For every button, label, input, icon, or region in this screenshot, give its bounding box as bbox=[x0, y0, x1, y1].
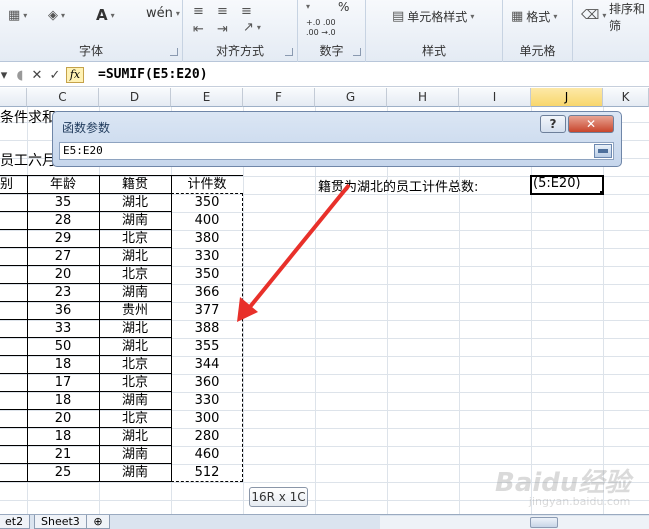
align-right-button[interactable]: ≡ bbox=[241, 4, 252, 19]
ribbon-group-alignment: ≡ ≡ ≡ ⇤ ⇥ ↗ ▾ 对齐方式 bbox=[183, 0, 298, 62]
align-left-icon: ≡ bbox=[193, 4, 204, 19]
increase-indent-icon: ⇥ bbox=[217, 22, 228, 37]
red-arrow-annotation bbox=[237, 183, 351, 322]
accounting-button[interactable]: ▾ bbox=[306, 2, 310, 11]
alignment-launcher-icon[interactable] bbox=[285, 48, 293, 56]
group-label-cells: 单元格 bbox=[519, 44, 556, 58]
watermark-brand: Baidu经验 bbox=[495, 468, 631, 498]
column-header-d[interactable]: D bbox=[99, 88, 171, 107]
sheet-tab-bar: et2 Sheet3 ⊕ bbox=[0, 514, 649, 529]
increase-decimal-button[interactable]: +.0 .00 bbox=[306, 18, 336, 27]
sheet-tab-2[interactable]: et2 bbox=[0, 515, 31, 529]
close-button[interactable]: ✕ bbox=[568, 115, 614, 133]
ribbon-group-number: ▾ % +.0 .00 .00 →.0 数字 bbox=[298, 0, 366, 62]
font-launcher-icon[interactable] bbox=[170, 48, 178, 56]
group-label-styles: 样式 bbox=[421, 44, 446, 58]
horizontal-scrollbar[interactable] bbox=[380, 516, 649, 529]
formula-input[interactable]: =SUMIF(E5:E20) bbox=[98, 67, 208, 82]
range-input-value: E5:E20 bbox=[63, 144, 103, 157]
paint-bucket-icon: ◈ bbox=[48, 8, 58, 23]
watermark: Baidu经验 jingyan.baidu.com bbox=[495, 462, 630, 508]
phonetic-button[interactable]: wén ▾ bbox=[146, 6, 180, 21]
cell-styles-button[interactable]: ▤ 单元格样式 ▾ bbox=[392, 8, 474, 25]
expand-dialog-icon[interactable] bbox=[594, 144, 612, 158]
enter-icon[interactable]: ✓ bbox=[47, 66, 63, 84]
orientation-button[interactable]: ↗ ▾ bbox=[243, 20, 261, 35]
align-right-icon: ≡ bbox=[241, 4, 252, 19]
insert-sheet-icon[interactable]: ⊕ bbox=[86, 515, 110, 529]
format-icon: ▦ bbox=[511, 9, 524, 24]
align-center-button[interactable]: ≡ bbox=[217, 4, 228, 19]
ribbon-group-font: ▦ ▾ ◈ ▾ A ▾ wén ▾ 字体 bbox=[0, 0, 183, 62]
selection-size-tooltip: 16R x 1C bbox=[249, 487, 308, 507]
dialog-title: 函数参数 bbox=[62, 121, 111, 135]
range-input[interactable]: E5:E20 bbox=[59, 142, 614, 160]
function-arguments-dialog: 函数参数 ? ✕ E5:E20 bbox=[52, 111, 622, 167]
sheet-tab-3[interactable]: Sheet3 bbox=[34, 515, 87, 529]
increase-indent-button[interactable]: ⇥ bbox=[217, 22, 228, 37]
name-box-dropdown-icon[interactable]: ▾ bbox=[0, 66, 8, 84]
percent-button[interactable]: % bbox=[338, 0, 349, 14]
eraser-icon: ⌫ bbox=[581, 8, 600, 23]
column-header-j[interactable]: J bbox=[531, 88, 603, 107]
column-header-c[interactable]: C bbox=[27, 88, 99, 107]
group-label-alignment: 对齐方式 bbox=[215, 44, 264, 58]
cell-styles-icon: ▤ bbox=[392, 9, 405, 24]
borders-icon: ▦ bbox=[8, 8, 21, 23]
format-button[interactable]: ▦ 格式 ▾ bbox=[511, 8, 557, 25]
ribbon-group-styles: ▤ 单元格样式 ▾ 样式 bbox=[366, 0, 503, 62]
column-header-i[interactable]: I bbox=[459, 88, 531, 107]
column-header-f[interactable]: F bbox=[243, 88, 315, 107]
orientation-icon: ↗ bbox=[243, 20, 254, 35]
decrease-indent-icon: ⇤ bbox=[193, 22, 204, 37]
column-header-h[interactable]: H bbox=[387, 88, 459, 107]
help-button[interactable]: ? bbox=[540, 115, 566, 133]
borders-button[interactable]: ▦ ▾ bbox=[8, 8, 27, 23]
column-header-g[interactable]: G bbox=[315, 88, 387, 107]
group-label-font: 字体 bbox=[78, 44, 103, 58]
column-header-e[interactable]: E bbox=[171, 88, 243, 107]
column-header-k[interactable]: K bbox=[603, 88, 649, 107]
formula-grip-icon: ◖ bbox=[16, 67, 24, 83]
sort-filter-button[interactable]: 排序和筛 bbox=[609, 0, 649, 34]
ribbon-group-editing: ⌫ ▾ 排序和筛 bbox=[573, 0, 649, 62]
align-center-icon: ≡ bbox=[217, 4, 228, 19]
scrollbar-thumb[interactable] bbox=[530, 517, 558, 528]
align-left-button[interactable]: ≡ bbox=[193, 4, 204, 19]
ribbon: ▦ ▾ ◈ ▾ A ▾ wén ▾ 字体 ≡ ≡ ≡ ⇤ ⇥ ↗ ▾ 对齐方式 ▾ % +… bbox=[0, 0, 649, 62]
decrease-decimal-button[interactable]: .00 →.0 bbox=[306, 28, 336, 37]
worksheet-grid[interactable]: 条件求和 员工六月 别 年龄 籍贯 计件数 35 湖北 350 28 湖南 400 29 北京… bbox=[0, 107, 649, 514]
fill-color-button[interactable]: ◈ ▾ bbox=[48, 8, 65, 23]
ribbon-group-cells: ▦ 格式 ▾ 单元格 bbox=[503, 0, 573, 62]
decrease-indent-button[interactable]: ⇤ bbox=[193, 22, 204, 37]
formula-bar: ▾ ◖ ✕ ✓ fx =SUMIF(E5:E20) bbox=[0, 63, 649, 87]
font-color-button[interactable]: A ▾ bbox=[96, 6, 115, 24]
arrow-shaft bbox=[243, 183, 351, 315]
number-launcher-icon[interactable] bbox=[353, 48, 361, 56]
clear-button[interactable]: ⌫ ▾ bbox=[581, 8, 606, 23]
insert-function-button[interactable]: fx bbox=[66, 67, 84, 83]
cancel-icon[interactable]: ✕ bbox=[30, 66, 44, 84]
column-header-partial[interactable] bbox=[0, 88, 27, 107]
